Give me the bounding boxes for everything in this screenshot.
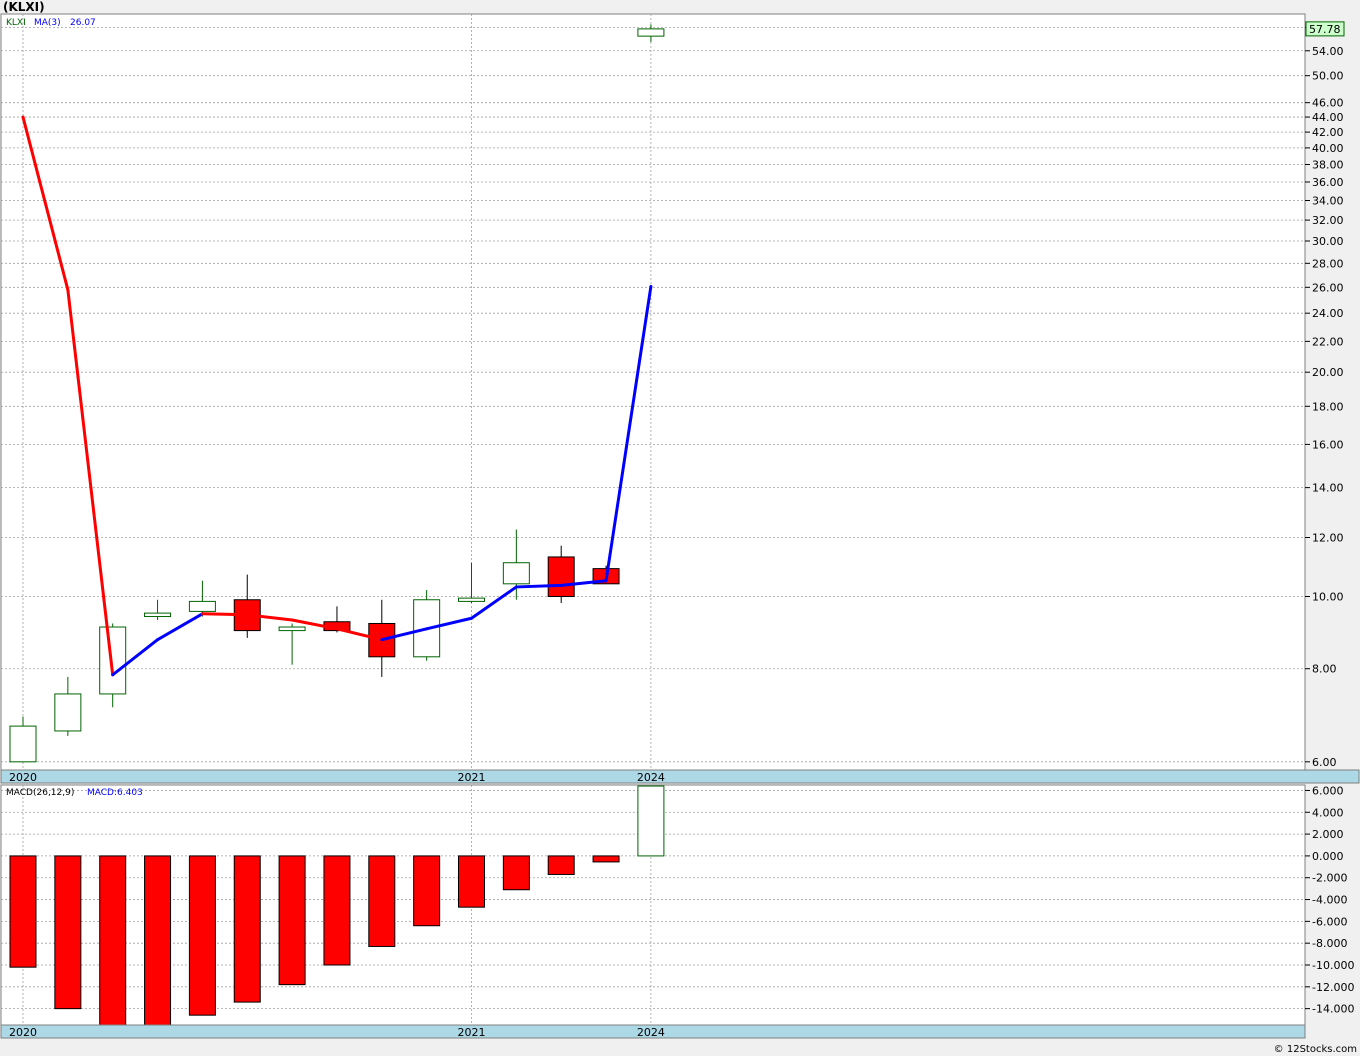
macd-tick-label: 4.000 bbox=[1312, 806, 1344, 819]
macd-tick-label: -6.000 bbox=[1312, 915, 1347, 928]
price-tick-label: 42.00 bbox=[1312, 126, 1344, 139]
price-tick-label: 26.00 bbox=[1312, 281, 1344, 294]
macd-tick-label: -8.000 bbox=[1312, 937, 1347, 950]
price-tick-label: 50.00 bbox=[1312, 70, 1344, 83]
price-tick-label: 44.00 bbox=[1312, 111, 1344, 124]
price-tick-label: 40.00 bbox=[1312, 142, 1344, 155]
price-tick-label: 20.00 bbox=[1312, 366, 1344, 379]
macd-tick-label: -10.000 bbox=[1312, 959, 1354, 972]
macd-bar bbox=[323, 855, 351, 966]
stock-chart: (KLXI) KLXI MA(3) 26.07 6.00 8.00 10.00 12.… bbox=[0, 0, 1360, 1055]
price-axis: 6.00 8.00 10.00 12.00 14.00 16.00 18.00 20.00 22… bbox=[1305, 22, 1344, 769]
macd-bar bbox=[233, 855, 261, 1003]
macd-bar bbox=[278, 855, 306, 986]
price-tick-label: 32.00 bbox=[1312, 214, 1344, 227]
macd-legend-label: MACD(26,12,9) bbox=[6, 788, 74, 798]
candle-body bbox=[278, 626, 306, 632]
candle-body bbox=[144, 612, 172, 618]
macd-bar bbox=[547, 855, 575, 875]
candle-body bbox=[547, 556, 575, 598]
macd-bar bbox=[54, 855, 82, 1010]
candle-body bbox=[9, 725, 37, 763]
macd-date-label: 2020 bbox=[9, 1026, 37, 1039]
price-plot-area bbox=[0, 13, 1306, 771]
macd-tick-label: -4.000 bbox=[1312, 894, 1347, 907]
price-tick-label: 34.00 bbox=[1312, 194, 1344, 207]
macd-bar bbox=[9, 855, 37, 968]
price-tick-label: 30.00 bbox=[1312, 235, 1344, 248]
macd-bar bbox=[458, 855, 485, 908]
candle-body bbox=[502, 562, 530, 585]
ma-segment bbox=[514, 583, 563, 589]
macd-tick-label: 2.000 bbox=[1312, 828, 1344, 841]
price-date-label: 2021 bbox=[458, 771, 486, 784]
last-price-label: 57.78 bbox=[1309, 23, 1341, 36]
macd-panel: MACD(26,12,9) MACD:6.403 bbox=[0, 784, 1306, 1026]
price-tick-label: 36.00 bbox=[1312, 176, 1344, 189]
price-tick-label: 18.00 bbox=[1312, 400, 1344, 413]
macd-bar bbox=[368, 855, 396, 947]
candle-body bbox=[188, 600, 216, 612]
macd-bar bbox=[502, 855, 530, 891]
macd-bar bbox=[592, 855, 620, 863]
price-tick-label: 28.00 bbox=[1312, 257, 1344, 270]
macd-tick-label: -2.000 bbox=[1312, 872, 1347, 885]
price-tick-label: 10.00 bbox=[1312, 591, 1344, 604]
ma-segment bbox=[200, 612, 249, 617]
macd-legend-value: MACD:6.403 bbox=[87, 788, 143, 798]
macd-axis: 6.000 4.000 2.000 0.000 -2.000 -4.000 -6.000 -8… bbox=[1305, 784, 1354, 1016]
macd-date-label: 2021 bbox=[458, 1026, 486, 1039]
candle-body bbox=[54, 693, 82, 732]
price-tick-label: 38.00 bbox=[1312, 158, 1344, 171]
price-tick-label: 16.00 bbox=[1312, 438, 1344, 451]
legend-ma-label: MA(3) bbox=[34, 18, 61, 28]
price-tick-label: 54.00 bbox=[1312, 45, 1344, 58]
candle-body bbox=[637, 28, 665, 37]
candle-body bbox=[99, 626, 127, 695]
macd-date-label: 2024 bbox=[637, 1026, 665, 1039]
price-tick-label: 22.00 bbox=[1312, 335, 1344, 348]
macd-tick-label: 6.000 bbox=[1312, 784, 1344, 797]
price-tick-label: 46.00 bbox=[1312, 97, 1344, 110]
legend-symbol: KLXI bbox=[6, 18, 26, 28]
chart-title: (KLXI) bbox=[3, 0, 45, 14]
macd-bar bbox=[413, 855, 441, 927]
price-tick-label: 8.00 bbox=[1312, 663, 1337, 676]
macd-bar bbox=[188, 855, 216, 1016]
macd-bar bbox=[99, 855, 127, 1026]
price-tick-label: 14.00 bbox=[1312, 482, 1344, 495]
macd-tick-label: 0.000 bbox=[1312, 850, 1344, 863]
price-panel: KLXI MA(3) 26.07 bbox=[0, 13, 1306, 771]
price-date-label: 2020 bbox=[9, 771, 37, 784]
macd-tick-label: -12.000 bbox=[1312, 981, 1354, 994]
price-date-label: 2024 bbox=[637, 771, 665, 784]
price-date-band bbox=[0, 769, 1360, 784]
macd-bar bbox=[144, 855, 172, 1026]
footer-credit: © 12Stocks.com bbox=[1274, 1044, 1357, 1055]
last-price-marker: 57.78 bbox=[1305, 21, 1345, 37]
legend-ma-value: 26.07 bbox=[70, 18, 96, 28]
price-tick-label: 24.00 bbox=[1312, 307, 1344, 320]
macd-bar bbox=[637, 785, 665, 857]
candle-body bbox=[458, 597, 485, 602]
macd-tick-label: -14.000 bbox=[1312, 1003, 1354, 1016]
price-tick-label: 12.00 bbox=[1312, 532, 1344, 545]
price-tick-label: 6.00 bbox=[1312, 756, 1337, 769]
